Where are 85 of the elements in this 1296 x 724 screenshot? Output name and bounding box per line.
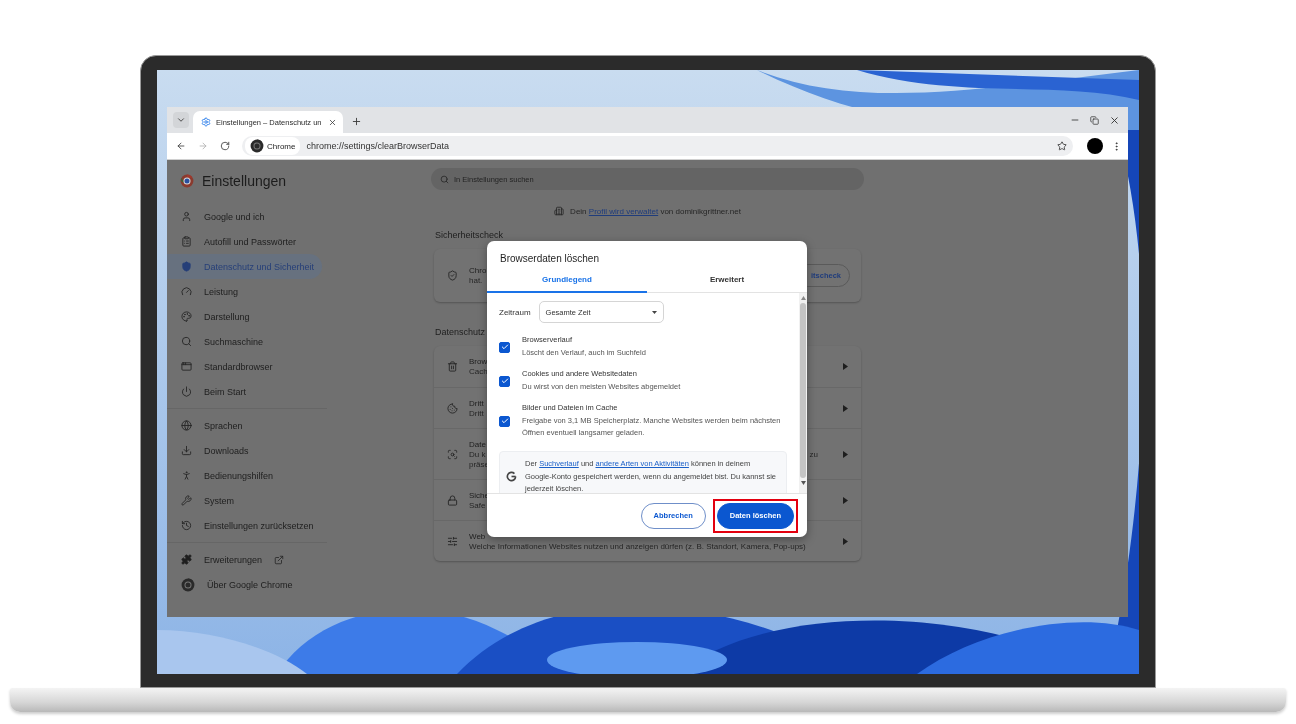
dialog-tab[interactable]: Grundlegend — [487, 271, 647, 293]
row-description: Cach — [469, 367, 488, 376]
sidebar-item[interactable]: Erweiterungen — [167, 547, 322, 572]
window-icon — [181, 361, 192, 372]
checkbox[interactable] — [499, 375, 510, 387]
sidebar-item[interactable]: Einstellungen zurücksetzen — [167, 513, 322, 538]
sidebar-item[interactable]: System — [167, 488, 322, 513]
wrench-icon — [181, 495, 192, 506]
checkbox[interactable] — [499, 341, 510, 353]
star-icon[interactable] — [1057, 141, 1067, 151]
arrow-icon — [843, 404, 848, 412]
settings-icon — [201, 117, 211, 127]
scroll-down-icon[interactable] — [800, 481, 806, 485]
search-icon — [440, 174, 449, 184]
g-logo-icon — [506, 471, 517, 483]
chrome-logo-icon — [180, 174, 194, 188]
chrome-logo-icon — [250, 139, 264, 153]
avatar[interactable] — [1087, 138, 1103, 154]
sidebar-item[interactable]: Suchmaschine — [167, 329, 322, 354]
chevron-down-icon — [176, 115, 186, 125]
sidebar-item[interactable]: Leistung — [167, 279, 322, 304]
power-icon — [181, 386, 192, 397]
checkbox[interactable] — [499, 415, 510, 427]
chrome-logo-icon — [181, 577, 195, 592]
arrow-icon — [843, 450, 848, 458]
new-tab-icon[interactable] — [350, 115, 362, 127]
section-heading: Sicherheitscheck — [435, 230, 505, 240]
sidebar-item[interactable]: Datenschutz und Sicherheit — [167, 254, 322, 279]
dialog-title: Browserdaten löschen — [499, 252, 600, 266]
row-title: Dritt — [469, 398, 484, 408]
gauge-icon — [181, 286, 192, 297]
sidebar-item[interactable]: Autofill und Passwörter — [167, 229, 322, 254]
row-title: Brow — [469, 357, 488, 366]
row-description: Welche Informationen Websites nutzen und anzeigen dürfen (z. B. Standort, Kamera, Pop-ups) — [469, 541, 806, 551]
shield-icon — [181, 261, 192, 272]
row-title: Chro — [469, 266, 487, 275]
row-description: Dritt — [469, 408, 484, 418]
cookie-icon — [447, 402, 458, 414]
clipboard-icon — [181, 236, 192, 247]
puzzle-icon — [181, 554, 192, 565]
sidebar-item[interactable]: Über Google Chrome — [167, 572, 322, 597]
site-chip[interactable]: Chrome — [245, 137, 301, 155]
reload-icon[interactable] — [220, 141, 230, 151]
profile-link[interactable]: Profil wird verwaltet — [588, 206, 659, 216]
row-title: Date — [469, 439, 486, 449]
row-description: Safe — [469, 500, 486, 510]
arrow-icon — [843, 363, 848, 370]
section-heading: Datenschutz — [435, 327, 487, 337]
sliders-icon — [447, 535, 458, 547]
row-description: hat. — [469, 276, 483, 285]
scrollbar[interactable] — [799, 293, 807, 493]
back-icon[interactable] — [176, 141, 186, 151]
external-link-icon — [274, 554, 285, 565]
sidebar-item[interactable]: Downloads — [167, 438, 322, 463]
sidebar-item[interactable]: Darstellung — [167, 304, 322, 329]
arrow-icon — [843, 496, 848, 504]
page-title: Einstellungen — [202, 173, 287, 189]
arrow-icon — [843, 537, 848, 545]
lock-icon — [447, 494, 458, 506]
history-icon — [181, 520, 192, 531]
sidebar-item[interactable]: Google und ich — [167, 204, 322, 229]
scroll-up-icon[interactable] — [800, 296, 806, 300]
sidebar-item[interactable]: Bedienungshilfen — [167, 463, 322, 488]
managed-notice: Dein Profil wird verwaltet von dominikgrittner.net — [570, 206, 741, 216]
restore-icon[interactable] — [1090, 115, 1099, 125]
sidebar-item[interactable]: Standardbrowser — [167, 354, 322, 379]
row-title: Web — [469, 531, 486, 541]
close-icon[interactable] — [328, 117, 337, 127]
close-icon[interactable] — [1109, 114, 1120, 126]
shield-icon — [447, 270, 458, 281]
row-description: zu — [809, 449, 818, 459]
caret-icon — [651, 310, 657, 314]
scan-icon — [447, 448, 458, 460]
trash-icon — [447, 361, 458, 372]
sidebar-item[interactable]: Beim Start — [167, 379, 322, 404]
download-icon — [181, 445, 192, 456]
person-icon — [181, 211, 192, 222]
person-standing-icon — [181, 470, 192, 481]
address-bar[interactable]: Chrome chrome://settings/clearBrowserData — [242, 136, 1073, 156]
field-label: Zeitraum — [499, 307, 531, 317]
building-icon — [554, 206, 565, 216]
globe-icon — [181, 420, 192, 431]
palette-icon — [181, 311, 192, 322]
search-icon — [181, 336, 192, 347]
sidebar-item[interactable]: Sprachen — [167, 413, 322, 438]
